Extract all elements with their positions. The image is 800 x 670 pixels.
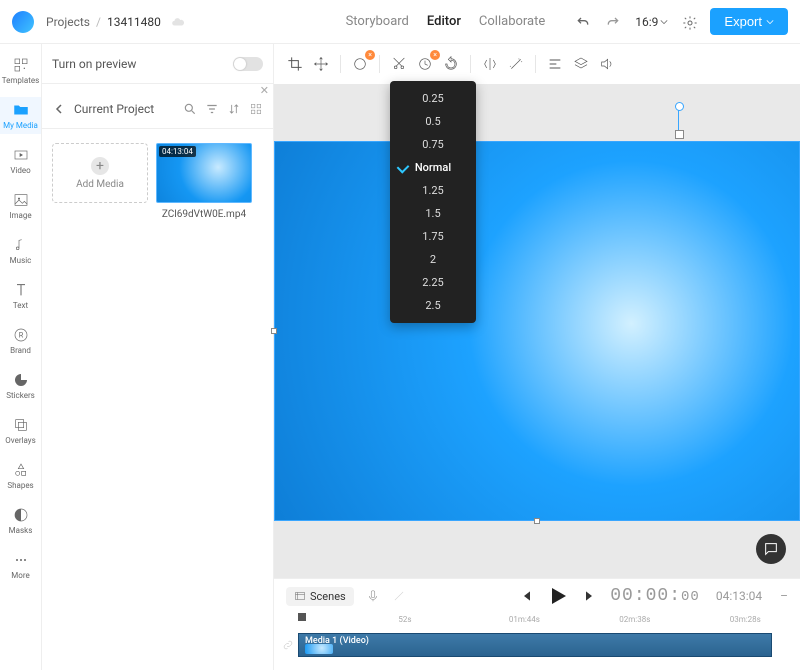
resize-handle-bottom[interactable] — [534, 518, 540, 524]
redo-icon[interactable] — [605, 14, 621, 30]
track-link-icon[interactable] — [278, 639, 298, 651]
crop-icon[interactable] — [284, 53, 306, 75]
scenes-button[interactable]: Scenes — [286, 587, 354, 606]
media-clip[interactable]: 04:13:04 ZCl69dVtW0E.mp4 — [156, 143, 252, 220]
speed-option[interactable]: 1.25 — [390, 179, 476, 202]
preview-toggle[interactable] — [233, 57, 263, 71]
clip-filename: ZCl69dVtW0E.mp4 — [156, 209, 252, 220]
rail-mymedia[interactable]: My Media — [0, 97, 41, 134]
more-icon — [12, 551, 30, 569]
media-panel: Turn on preview ✕ Current Project + Add … — [42, 44, 274, 670]
speed-icon[interactable]: × — [414, 53, 436, 75]
track-thumbnail — [305, 644, 333, 654]
scenes-icon — [294, 590, 306, 602]
align-icon[interactable] — [544, 53, 566, 75]
preview-toggle-label: Turn on preview — [52, 57, 136, 71]
color-icon[interactable]: × — [349, 53, 371, 75]
wand2-icon[interactable] — [392, 589, 406, 603]
tab-collaborate[interactable]: Collaborate — [479, 14, 545, 29]
speed-option[interactable]: 1.75 — [390, 225, 476, 248]
move-icon[interactable] — [310, 53, 332, 75]
chat-button[interactable] — [756, 534, 786, 564]
brand-icon: R — [12, 326, 30, 344]
stickers-icon — [12, 371, 30, 389]
next-button[interactable] — [582, 588, 598, 604]
marker-icon[interactable]: – — [780, 589, 788, 603]
playhead[interactable] — [298, 613, 306, 621]
speed-option[interactable]: 0.25 — [390, 87, 476, 110]
resize-handle-left[interactable] — [271, 328, 277, 334]
grid-icon[interactable] — [249, 102, 263, 116]
sort-icon[interactable] — [227, 102, 241, 116]
selected-clip-frame[interactable] — [274, 141, 800, 521]
overlays-icon — [12, 416, 30, 434]
video-track[interactable]: Media 1 (Video) — [298, 633, 772, 657]
image-icon — [12, 191, 30, 209]
canvas-stage[interactable] — [274, 84, 800, 578]
rail-overlays[interactable]: Overlays — [0, 412, 41, 449]
panel-title: Current Project — [74, 102, 175, 116]
wand-icon[interactable] — [505, 53, 527, 75]
speed-option-selected[interactable]: Normal — [390, 156, 476, 179]
speed-option[interactable]: 2.5 — [390, 294, 476, 317]
projects-link[interactable]: Projects — [46, 15, 90, 29]
rail-more[interactable]: More — [0, 547, 41, 584]
app-logo[interactable] — [12, 11, 34, 33]
volume-icon[interactable] — [596, 53, 618, 75]
rail-templates[interactable]: Templates — [0, 52, 41, 89]
search-icon[interactable] — [183, 102, 197, 116]
tab-editor[interactable]: Editor — [427, 14, 461, 29]
templates-icon — [12, 56, 30, 74]
video-icon — [12, 146, 30, 164]
left-rail: Templates My Media Video Image Music Tex… — [0, 44, 42, 670]
rail-image[interactable]: Image — [0, 187, 41, 224]
add-media-button[interactable]: + Add Media — [52, 143, 148, 203]
rail-music[interactable]: Music — [0, 232, 41, 269]
filter-icon[interactable] — [205, 102, 219, 116]
cloud-icon — [171, 15, 185, 29]
cut-icon[interactable] — [388, 53, 410, 75]
total-duration: 04:13:04 — [716, 589, 762, 603]
rail-stickers[interactable]: Stickers — [0, 367, 41, 404]
svg-text:R: R — [18, 331, 23, 340]
rail-video[interactable]: Video — [0, 142, 41, 179]
canvas-toolbar: × × — [274, 44, 800, 84]
aspect-ratio-dropdown[interactable]: 16:9 — [635, 15, 668, 29]
speed-option[interactable]: 2.25 — [390, 271, 476, 294]
breadcrumb: Projects / 13411480 — [46, 15, 185, 29]
flip-icon[interactable] — [479, 53, 501, 75]
timeline-ruler[interactable]: 52s 01m:44s 02m:38s 03m:28s — [298, 613, 800, 631]
rail-brand[interactable]: RBrand — [0, 322, 41, 359]
text-icon — [12, 281, 30, 299]
layers-icon[interactable] — [570, 53, 592, 75]
speed-option[interactable]: 0.75 — [390, 133, 476, 156]
tab-storyboard[interactable]: Storyboard — [346, 14, 409, 29]
plus-icon: + — [91, 157, 109, 175]
speed-option[interactable]: 2 — [390, 248, 476, 271]
prev-button[interactable] — [518, 588, 534, 604]
back-icon[interactable] — [52, 102, 66, 116]
timeline: Scenes 00:00:00 04:13:04 – 52s 01m:44s 0… — [274, 578, 800, 670]
undo-icon[interactable] — [575, 14, 591, 30]
project-id: 13411480 — [107, 15, 161, 29]
speed-option[interactable]: 0.5 — [390, 110, 476, 133]
close-panel-button[interactable]: ✕ — [260, 84, 269, 97]
speed-menu: 0.25 0.5 0.75 Normal 1.25 1.5 1.75 2 2.2… — [390, 81, 476, 323]
rotate-icon[interactable] — [440, 53, 462, 75]
shapes-icon — [12, 461, 30, 479]
export-button[interactable]: Export — [710, 8, 788, 35]
rail-text[interactable]: Text — [0, 277, 41, 314]
music-icon — [12, 236, 30, 254]
masks-icon — [12, 506, 30, 524]
current-time: 00:00:00 — [610, 586, 700, 606]
settings-icon[interactable] — [682, 15, 696, 29]
play-button[interactable] — [546, 584, 570, 608]
rotation-handle[interactable] — [678, 107, 679, 135]
clip-duration-badge: 04:13:04 — [159, 146, 196, 157]
rail-masks[interactable]: Masks — [0, 502, 41, 539]
folder-icon — [12, 101, 30, 119]
speed-option[interactable]: 1.5 — [390, 202, 476, 225]
rail-shapes[interactable]: Shapes — [0, 457, 41, 494]
mic-icon[interactable] — [366, 589, 380, 603]
